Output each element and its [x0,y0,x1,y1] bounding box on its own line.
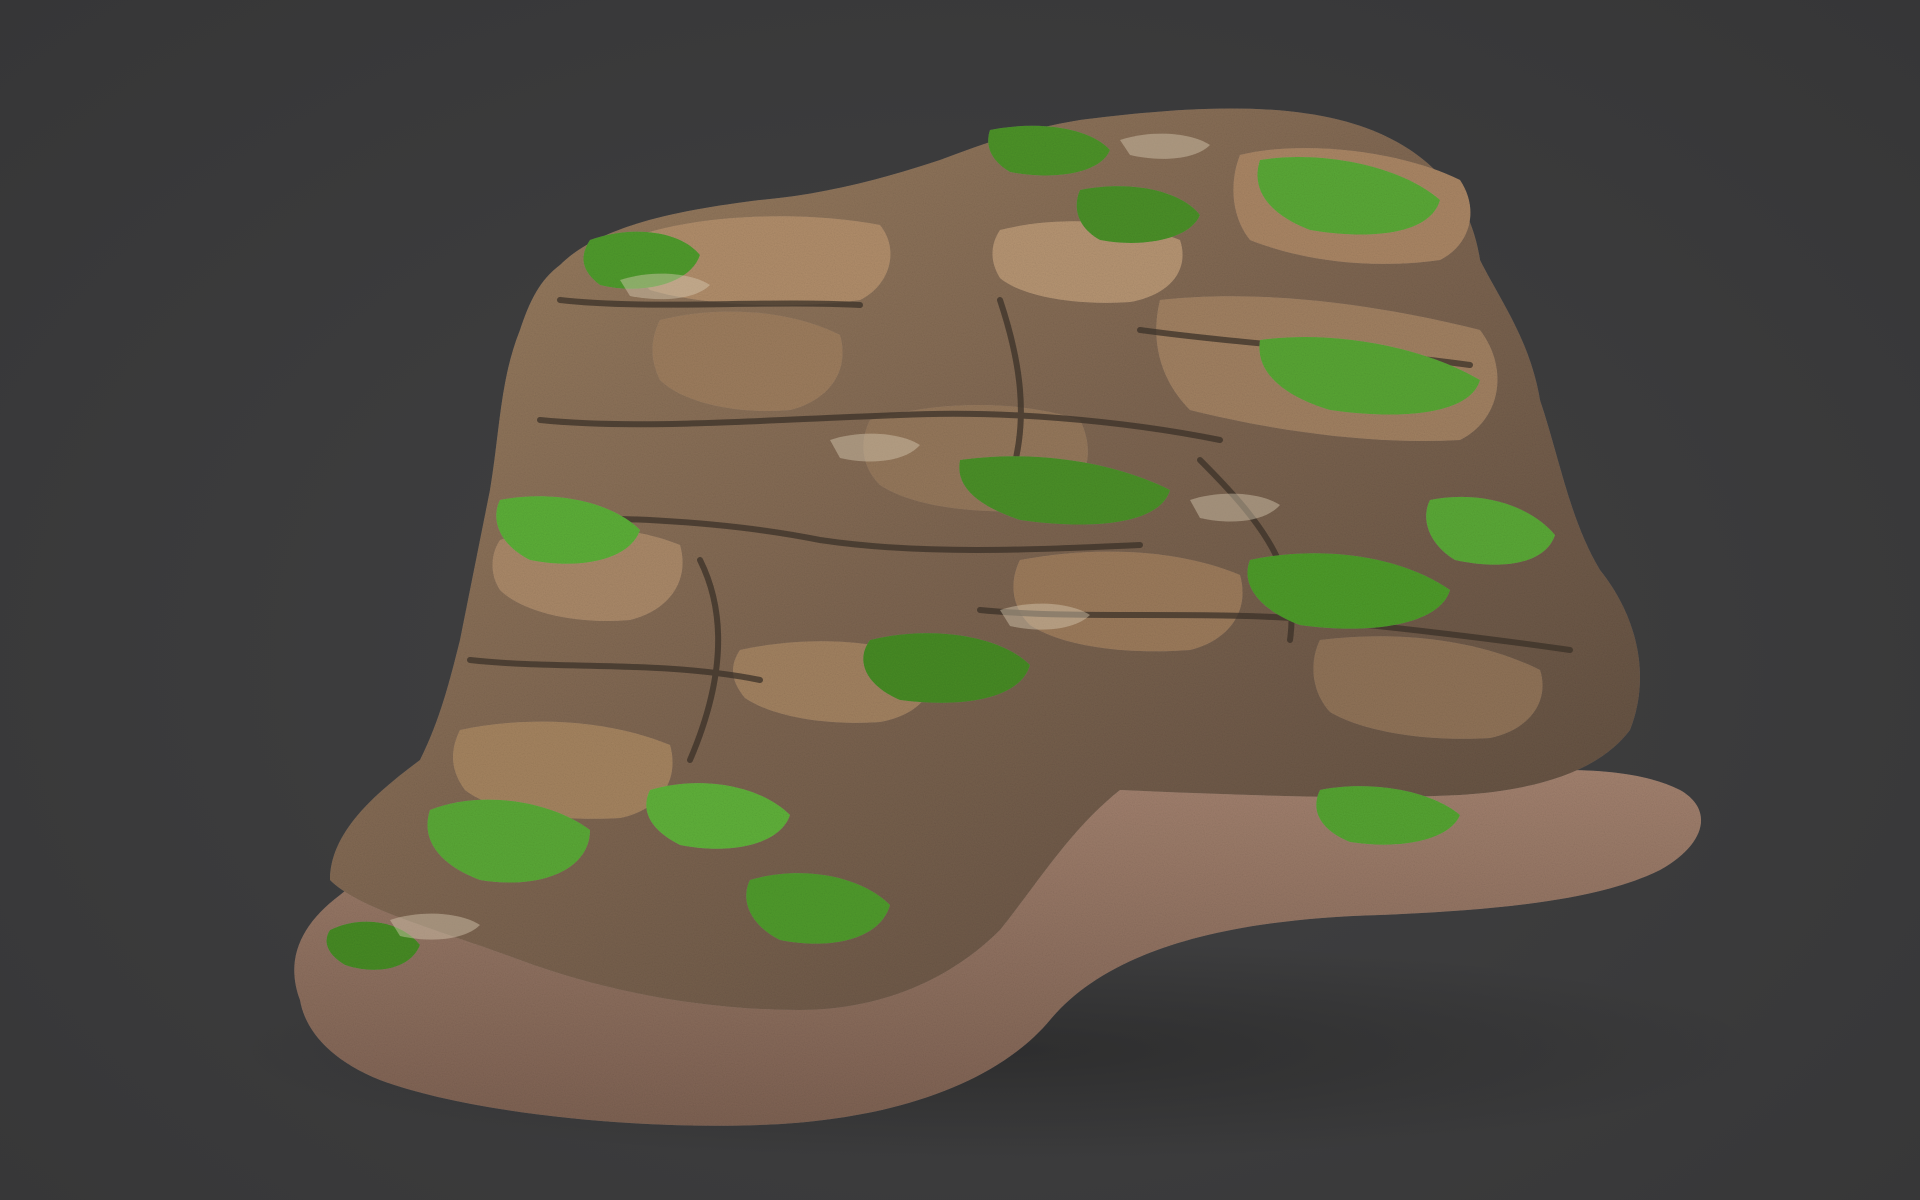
rock-model-render [240,108,1760,1160]
render-viewport [0,0,1920,1200]
